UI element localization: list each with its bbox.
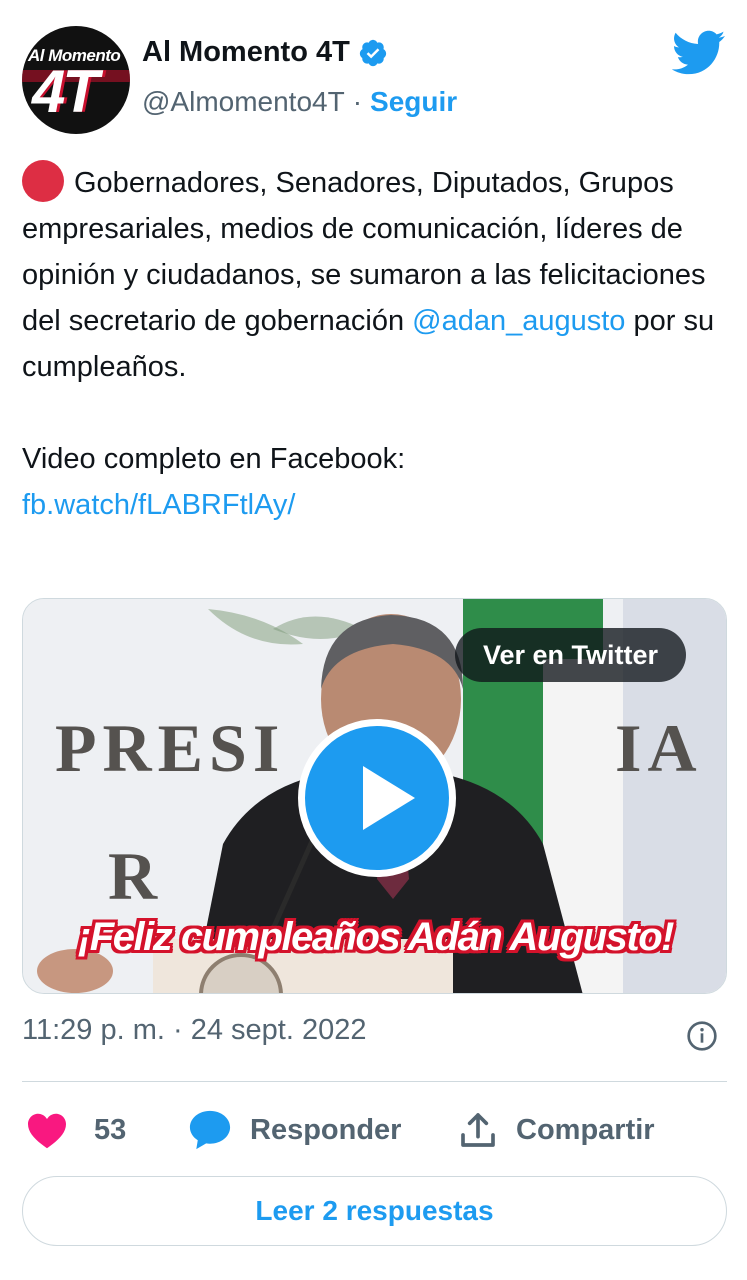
avatar-brand-4t: 4T [32,58,99,125]
divider [22,1081,727,1082]
read-replies-button[interactable]: Leer 2 respuestas [22,1176,727,1246]
tweet-card: Al Momento 4T Al Momento 4T @Almomento4T… [0,0,747,1280]
tweet-time: 11:29 p. m. [22,1014,165,1046]
author-handle[interactable]: @Almomento4T [142,86,345,118]
tweet-paragraph-1: Gobernadores, Senadores, Diputados, Grup… [22,160,727,390]
facebook-link[interactable]: fb.watch/fLABRFtlAy/ [22,489,295,521]
handle-separator: · [352,86,363,117]
reply-button[interactable]: Responder [188,1100,401,1160]
author-handle-row: @Almomento4T · Seguir [142,86,457,118]
play-icon [363,766,415,830]
tweet-actions: 53 Responder Compartir [22,1100,727,1160]
reply-label: Responder [250,1113,402,1146]
twitter-logo-icon[interactable] [672,30,726,76]
share-icon [461,1113,495,1147]
reply-bubble-icon [189,1110,231,1150]
video-media[interactable]: PRESI IA R Ver en Twitter ¡Feliz cumplea… [22,598,727,994]
share-label: Compartir [516,1113,655,1146]
like-button[interactable]: 53 [26,1100,126,1160]
background-text-right: IA [615,710,703,786]
tweet-text: Gobernadores, Senadores, Diputados, Grup… [22,160,727,528]
red-circle-icon [22,160,64,202]
video-intro-text: Video completo en Facebook: [22,443,406,475]
timestamp-separator: · [173,1014,183,1046]
follow-button[interactable]: Seguir [370,86,457,118]
play-button[interactable] [298,719,456,877]
info-icon[interactable] [686,1020,718,1052]
video-caption: ¡Feliz cumpleaños Adán Augusto! [77,915,675,959]
mention-link[interactable]: @adan_augusto [412,305,625,337]
author-name-row: Al Momento 4T [142,36,388,69]
avatar[interactable]: Al Momento 4T [22,26,130,134]
view-on-twitter-button[interactable]: Ver en Twitter [455,628,687,682]
heart-icon [28,1113,66,1149]
likes-count: 53 [94,1113,127,1146]
display-name[interactable]: Al Momento 4T [142,36,350,69]
tweet-paragraph-2: Video completo en Facebook: fb.watch/fLAB… [22,436,727,528]
svg-text:R: R [108,838,158,914]
verified-badge-icon [359,39,386,66]
share-button[interactable]: Compartir [458,1100,655,1160]
tweet-date: 24 sept. 2022 [190,1014,367,1046]
tweet-timestamp[interactable]: 11:29 p. m. · 24 sept. 2022 [22,1014,367,1047]
background-text-left: PRESI [55,710,285,786]
